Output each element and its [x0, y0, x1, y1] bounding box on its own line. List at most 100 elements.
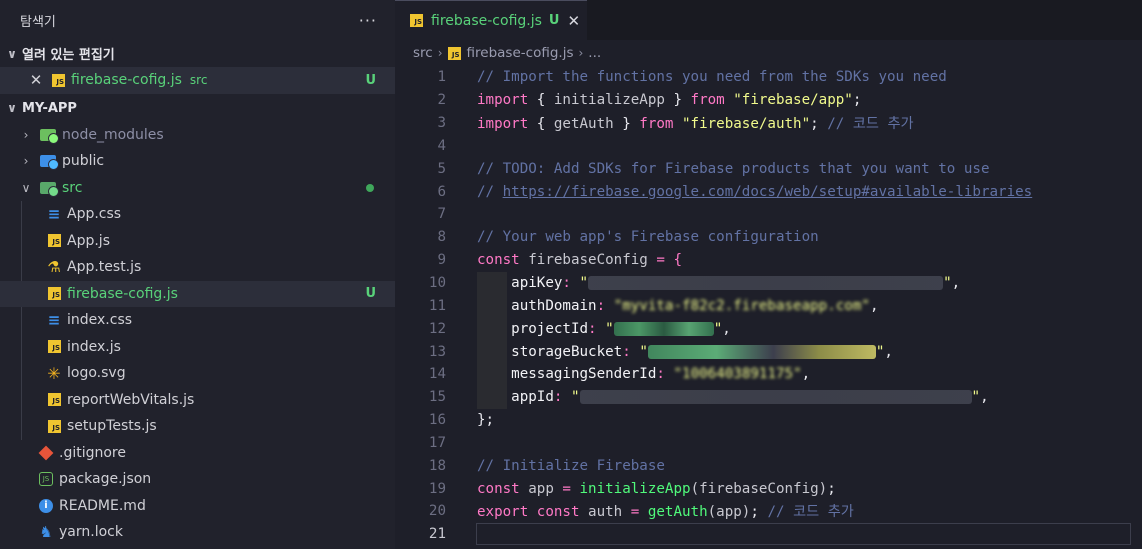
breadcrumb: src › JS firebase-cofig.js › ... [395, 40, 1142, 66]
line-number: 8 [437, 229, 446, 246]
line-number: 3 [437, 115, 446, 132]
file-readme-md[interactable]: i README.md [0, 493, 395, 520]
code-text: export const auth = getAuth(app); // 코드 … [477, 501, 854, 521]
token-punct: , [722, 320, 731, 337]
file-app-css[interactable]: ≡ App.css [0, 201, 395, 228]
redacted-value [613, 321, 714, 336]
file-logo-svg[interactable]: ✳ logo.svg [0, 360, 395, 387]
token-punct: { [528, 92, 554, 109]
chevron-right-icon: › [23, 154, 29, 169]
breadcrumb-file[interactable]: firebase-cofig.js [467, 45, 574, 61]
token-punct: : [622, 343, 640, 360]
chevron-right-icon: › [23, 127, 29, 142]
token-punct: ; [750, 504, 768, 521]
token-string: "1006403891175" [673, 366, 802, 383]
file-firebase-cofig-js[interactable]: JS firebase-cofig.js U [0, 280, 395, 307]
breadcrumb-folder[interactable]: src [413, 45, 433, 61]
nodejs-icon: JS [39, 472, 53, 487]
token-comment: // 코드 추가 [827, 116, 914, 133]
code-text: const app = initializeApp(firebaseConfig… [477, 481, 836, 497]
code-line: 9 const firebaseConfig = { [395, 249, 1142, 272]
code-line: 7 [395, 203, 1142, 226]
token-function: getAuth [647, 504, 708, 521]
tree-item-label: reportWebVitals.js [67, 391, 195, 408]
file-package-json[interactable]: JS package.json [0, 466, 395, 493]
line-number: 15 [428, 389, 446, 406]
project-section[interactable]: ∨ MY-APP [0, 95, 395, 122]
file-report-web-vitals-js[interactable]: JS reportWebVitals.js [0, 387, 395, 414]
token-args: (firebaseConfig) [690, 480, 828, 497]
code-line: 5 // TODO: Add SDKs for Firebase products… [395, 157, 1142, 180]
code-line: 4 [395, 135, 1142, 158]
editor-area: JS firebase-cofig.js U ✕ src › JS fireba… [395, 0, 1142, 549]
untracked-badge: U [548, 13, 560, 28]
close-tab-icon[interactable]: ✕ [567, 12, 580, 30]
token-punct: : [656, 366, 674, 383]
code-text: // TODO: Add SDKs for Firebase products … [477, 160, 990, 177]
js-file-icon: JS [48, 234, 61, 248]
file-index-css[interactable]: ≡ index.css [0, 307, 395, 334]
more-actions-icon[interactable]: ··· [359, 11, 377, 30]
folder-icon [40, 155, 56, 168]
line-number: 17 [428, 434, 446, 451]
code-line: 12 projectId: " ", [395, 317, 1142, 340]
line-number: 14 [428, 366, 446, 383]
token-punct: , [801, 366, 811, 383]
token-comment: // [477, 183, 503, 200]
token-punct: ; [810, 116, 828, 133]
folder-node-modules[interactable]: › node_modules [0, 122, 395, 149]
token-identifier: auth [579, 504, 623, 521]
open-editor-folder: src [189, 73, 208, 88]
open-editor-item[interactable]: ✕ JS firebase-cofig.js src U [0, 67, 395, 94]
folder-public[interactable]: › public [0, 148, 395, 175]
file-app-js[interactable]: JS App.js [0, 228, 395, 255]
token-property: authDomain [511, 297, 597, 314]
folder-src[interactable]: ∨ src [0, 175, 395, 202]
untracked-badge: U [365, 286, 376, 302]
file-gitignore[interactable]: .gitignore [0, 440, 395, 467]
code-line: 6 // https://firebase.google.com/docs/web… [395, 180, 1142, 203]
breadcrumb-more[interactable]: ... [588, 45, 601, 61]
line-number: 10 [428, 275, 446, 292]
yarn-icon: ♞ [39, 523, 53, 542]
git-icon [38, 445, 54, 461]
info-icon: i [39, 498, 53, 513]
explorer-sidebar: 탐색기 ··· ∨ 열려 있는 편집기 ✕ JS firebase-cofig.… [0, 0, 395, 549]
file-app-test-js[interactable]: ⚗ App.test.js [0, 254, 395, 281]
line-number: 19 [428, 480, 446, 497]
token-property: apiKey [511, 275, 563, 292]
line-number: 4 [437, 137, 446, 154]
code-editor[interactable]: 1 // Import the functions you need from t… [395, 66, 1142, 546]
open-editors-section[interactable]: ∨ 열려 있는 편집기 [0, 40, 395, 67]
token-keyword: import [477, 116, 529, 133]
token-string: " [570, 389, 580, 406]
tree-item-label: .gitignore [59, 444, 126, 461]
token-punct: , [951, 275, 961, 292]
token-punct: } [664, 92, 691, 109]
close-icon[interactable]: ✕ [28, 71, 44, 89]
redacted-value [647, 344, 876, 359]
code-line-current[interactable]: 21 [395, 523, 1142, 546]
token-function: initializeApp [579, 480, 691, 497]
file-yarn-lock[interactable]: ♞ yarn.lock [0, 519, 395, 546]
css-file-icon: ≡ [47, 205, 61, 224]
line-number: 20 [428, 503, 446, 520]
token-punct: : [596, 297, 614, 314]
open-editors-title: 열려 있는 편집기 [22, 48, 115, 63]
code-line: 16}; [395, 409, 1142, 432]
tab-firebase-cofig-js[interactable]: JS firebase-cofig.js U ✕ [395, 0, 587, 40]
token-string: " [713, 320, 723, 337]
js-file-icon: JS [48, 287, 61, 301]
explorer-title: 탐색기 [20, 14, 56, 30]
file-setup-tests-js[interactable]: JS setupTests.js [0, 413, 395, 440]
docs-link[interactable]: https://firebase.google.com/docs/web/set… [503, 184, 1033, 200]
tree-item-label: README.md [59, 497, 146, 514]
token-keyword: export [477, 504, 529, 521]
token-keyword: import [477, 92, 529, 109]
code-line: 19 const app = initializeApp(firebaseConf… [395, 477, 1142, 500]
token-string: "firebase/auth" [682, 116, 811, 133]
token-operator: = [553, 480, 580, 497]
code-line: 11 authDomain: "myvita-f82c2.firebaseapp… [395, 294, 1142, 317]
folder-icon [40, 128, 56, 141]
file-index-js[interactable]: JS index.js [0, 334, 395, 361]
